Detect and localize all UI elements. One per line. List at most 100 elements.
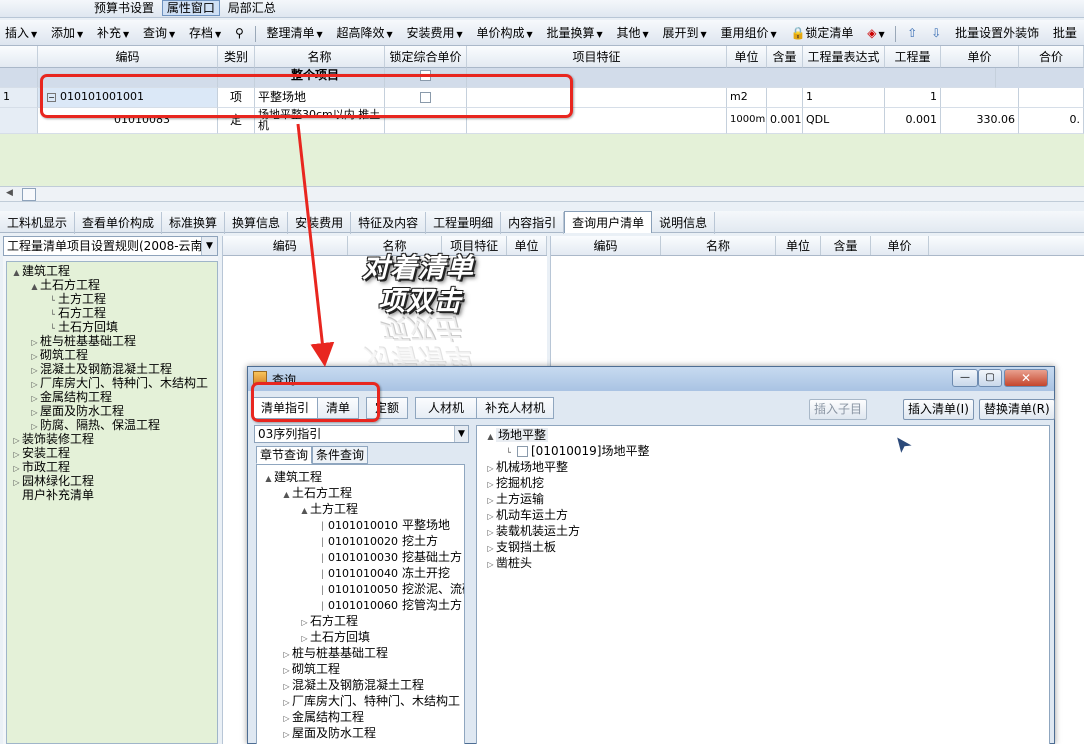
grid-header-price[interactable]: 单价 [941, 46, 1019, 68]
toolbar-organize-list[interactable]: 整理清单 ▼ [261, 20, 327, 45]
tab-content-guide[interactable]: 内容指引 [501, 212, 565, 234]
collapsed-icon[interactable]: ▷ [485, 493, 496, 507]
collapsed-icon[interactable]: ▷ [11, 434, 22, 446]
maximize-button[interactable]: ▢ [978, 369, 1002, 387]
tree-node[interactable]: ▷ 桩与桩基基础工程 [7, 334, 217, 348]
chapter-tree-node[interactable]: │0101010050 挖淤泥、流砂 [257, 581, 464, 597]
toolbar-install-fee[interactable]: 安装费用 ▼ [401, 20, 467, 45]
collapsed-icon[interactable]: ▷ [281, 695, 292, 709]
collapsed-icon[interactable]: ▷ [299, 615, 310, 629]
guide-tree-node[interactable]: ▷ 机动车运土方 [477, 507, 1049, 523]
collapsed-icon[interactable]: ▷ [281, 679, 292, 693]
tree-node[interactable]: ▷ 园林绿化工程 [7, 474, 217, 488]
row-expr[interactable]: 1 [803, 88, 885, 108]
mid-header-unit[interactable]: 单位 [507, 236, 547, 255]
budget-settings-button[interactable]: 预算书设置 [90, 1, 158, 15]
collapsed-icon[interactable]: ▷ [485, 557, 496, 571]
tab-convert-info[interactable]: 换算信息 [225, 212, 289, 234]
tab-standard-convert[interactable]: 标准换算 [162, 212, 226, 234]
tree-node[interactable]: ▲ 土石方工程 [7, 278, 217, 292]
tree-node[interactable]: ▷ 装饰装修工程 [7, 432, 217, 446]
chapter-tree-node[interactable]: ▷ 屋面及防水工程 [257, 725, 464, 741]
tree-node[interactable]: └ 土石方回填 [7, 320, 217, 334]
fill-color-icon[interactable]: ◈ ▼ [862, 20, 889, 45]
tab-description[interactable]: 说明信息 [652, 212, 716, 234]
grid-header-total[interactable]: 合价 [1019, 46, 1084, 68]
expand-icon[interactable]: ▲ [299, 503, 310, 517]
collapsed-icon[interactable]: ▷ [29, 336, 40, 348]
tree-node[interactable]: └ 土方工程 [7, 292, 217, 306]
tab-qty-detail[interactable]: 工程量明细 [426, 212, 502, 234]
grid-header-feature[interactable]: 项目特征 [467, 46, 727, 68]
toolbar-reuse-price[interactable]: 重用组价 ▼ [715, 20, 781, 45]
minimize-button[interactable]: — [952, 369, 978, 387]
toolbar-price-composition[interactable]: 单价构成 ▼ [471, 20, 537, 45]
right-header-unit[interactable]: 单位 [776, 236, 821, 255]
tree-node[interactable]: ▷ 市政工程 [7, 460, 217, 474]
right-header-name[interactable]: 名称 [661, 236, 776, 255]
guide-tree-node[interactable]: ▷ 凿桩头 [477, 555, 1049, 571]
tree-node[interactable]: ▷ 砌筑工程 [7, 348, 217, 362]
row-qty[interactable]: 1 [885, 88, 941, 108]
guide-tree-node[interactable]: └ [01010019]场地平整 [477, 443, 1049, 459]
row-total[interactable]: 0. [1019, 108, 1084, 134]
mid-header-code[interactable]: 编码 [223, 236, 348, 255]
guide-tree-node[interactable]: ▷ 装载机装运土方 [477, 523, 1049, 539]
tree-node[interactable]: ▷ 安装工程 [7, 446, 217, 460]
move-down-icon[interactable]: ⇩ [926, 20, 946, 45]
chapter-tree-node[interactable]: ▷ 石方工程 [257, 613, 464, 629]
collapsed-icon[interactable]: ▷ [485, 525, 496, 539]
tree-node[interactable]: ▷ 厂库房大门、特种门、木结构工 [7, 376, 217, 390]
tab-supplement-lmr[interactable]: 补充人材机 [476, 397, 555, 419]
tab-lmr-display[interactable]: 工料机显示 [0, 212, 76, 234]
expand-icon[interactable]: ▲ [263, 471, 274, 485]
chapter-tree-node[interactable]: ▷ 土石方回填 [257, 629, 464, 645]
local-summary-checkbox[interactable]: 局部汇总 [224, 1, 280, 15]
chapter-tree-node[interactable]: │ 0101010030 挖基础土方 [257, 549, 464, 565]
tab-lmr[interactable]: 人材机 [415, 397, 478, 419]
row-qty[interactable]: 0.001 [885, 108, 941, 134]
tree-node[interactable]: ▲ 建筑工程 [7, 264, 217, 278]
collapsed-icon[interactable]: ▷ [281, 727, 292, 741]
rule-selector[interactable]: 工程量清单项目设置规则(2008-云南 ▼ [3, 236, 218, 256]
collapsed-icon[interactable]: ▷ [299, 631, 310, 645]
toolbar-insert[interactable]: 插入 ▼ [0, 20, 42, 45]
collapsed-icon[interactable]: ▷ [29, 406, 40, 418]
collapsed-icon[interactable]: ▷ [281, 647, 292, 661]
close-button[interactable]: ✕ [1004, 369, 1048, 387]
collapsed-icon[interactable]: ▷ [29, 364, 40, 376]
scroll-left-icon[interactable]: ◀ [6, 188, 13, 198]
move-up-icon[interactable]: ⇧ [902, 20, 922, 45]
insert-child-button[interactable]: 插入子目 [809, 399, 868, 420]
tab-feature-content[interactable]: 特征及内容 [351, 212, 427, 234]
expand-icon[interactable]: ▲ [11, 266, 22, 278]
collapsed-icon[interactable]: ▷ [11, 476, 22, 488]
binoculars-icon[interactable]: ⚲ [230, 20, 249, 45]
grid-header-type[interactable]: 类别 [218, 46, 255, 68]
expand-icon[interactable]: ▲ [485, 429, 496, 443]
collapsed-icon[interactable]: ▷ [485, 477, 496, 491]
row-expr[interactable]: QDL [803, 108, 885, 134]
tree-node[interactable]: ▷ 屋面及防水工程 [7, 404, 217, 418]
replace-list-button[interactable]: 替换清单(R) [979, 399, 1055, 420]
right-header-code[interactable]: 编码 [551, 236, 661, 255]
horizontal-scrollbar[interactable]: ◀ [0, 186, 1084, 202]
toolbar-batch-convert[interactable]: 批量换算 ▼ [541, 20, 607, 45]
chapter-tree-node[interactable]: ▲ 土方工程 [257, 501, 464, 517]
chevron-down-icon[interactable]: ▼ [201, 237, 217, 255]
chapter-tree-node[interactable]: │ 0101010020 挖土方 [257, 533, 464, 549]
guide-tree-node[interactable]: ▷ 机械场地平整 [477, 459, 1049, 475]
toolbar-add[interactable]: 添加 ▼ [46, 20, 88, 45]
tree-node[interactable]: └ 石方工程 [7, 306, 217, 320]
property-window-button[interactable]: 属性窗口 [161, 0, 220, 16]
tab-install-fee[interactable]: 安装费用 [288, 212, 352, 234]
scroll-thumb[interactable] [22, 188, 36, 201]
row-unit[interactable]: 1000m2 [727, 108, 767, 134]
row-price[interactable] [941, 88, 1019, 108]
tree-node[interactable]: 用户补充清单 [7, 488, 217, 502]
row-price[interactable]: 330.06 [941, 108, 1019, 134]
chapter-tree-node[interactable]: ▷ 桩与桩基基础工程 [257, 645, 464, 661]
row-content[interactable]: 0.001 [767, 108, 803, 134]
grid-header-qty[interactable]: 工程量 [885, 46, 941, 68]
chevron-down-icon[interactable]: ▼ [454, 426, 468, 442]
